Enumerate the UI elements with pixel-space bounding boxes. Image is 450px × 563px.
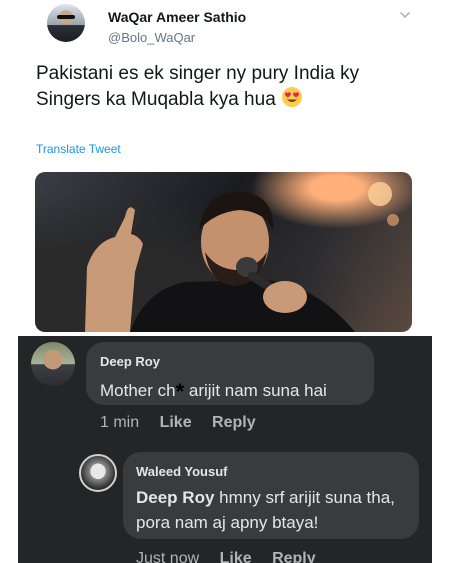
author-name[interactable]: WaQar Ameer Sathio	[108, 9, 246, 25]
reply-timestamp[interactable]: Just now	[136, 550, 199, 563]
censor-mark: *	[175, 379, 185, 404]
tweet-text-body: Pakistani es ek singer ny pury India ky …	[36, 63, 360, 110]
reply-text: Deep Roy hmny srf arijit suna tha, pora …	[136, 485, 416, 535]
comment-text-end: arijit nam suna hai	[184, 381, 327, 400]
author-handle[interactable]: @Bolo_WaQar	[108, 30, 195, 45]
comment-bubble[interactable]: Deep Roy Mother ch* arijit nam suna hai	[86, 342, 374, 405]
like-button[interactable]: Like	[160, 414, 192, 431]
translate-tweet-link[interactable]: Translate Tweet	[36, 142, 121, 156]
author-avatar[interactable]	[47, 4, 85, 42]
commenter-avatar[interactable]	[31, 342, 75, 386]
chevron-down-icon[interactable]	[398, 8, 412, 22]
tweet-text: Pakistani es ek singer ny pury India ky …	[36, 61, 406, 112]
mentioned-user[interactable]: Deep Roy	[136, 488, 214, 507]
comment-actions: 1 min Like Reply	[100, 414, 272, 432]
comment-text: Mother ch* arijit nam suna hai	[100, 376, 327, 404]
reply-author-name[interactable]: Waleed Yousuf	[136, 464, 228, 479]
reply-like-button[interactable]: Like	[220, 550, 252, 563]
singer-photo-illustration	[85, 182, 399, 332]
comment-text-start: Mother ch	[100, 381, 176, 400]
sunglasses-shape	[57, 15, 75, 19]
reply-button[interactable]: Reply	[212, 414, 256, 431]
reply-bubble[interactable]: Waleed Yousuf Deep Roy hmny srf arijit s…	[123, 452, 419, 539]
commenter-name[interactable]: Deep Roy	[100, 354, 160, 369]
reply-avatar[interactable]	[79, 454, 117, 492]
reply-actions: Just now Like Reply	[136, 550, 332, 563]
comment-thread: Deep Roy Mother ch* arijit nam suna hai …	[18, 336, 432, 563]
tweet-card: WaQar Ameer Sathio @Bolo_WaQar Pakistani…	[0, 0, 450, 336]
reply-reply-button[interactable]: Reply	[272, 550, 316, 563]
tweet-image[interactable]	[35, 172, 412, 332]
heart-eyes-emoji-icon	[281, 86, 303, 108]
comment-timestamp[interactable]: 1 min	[100, 414, 139, 431]
